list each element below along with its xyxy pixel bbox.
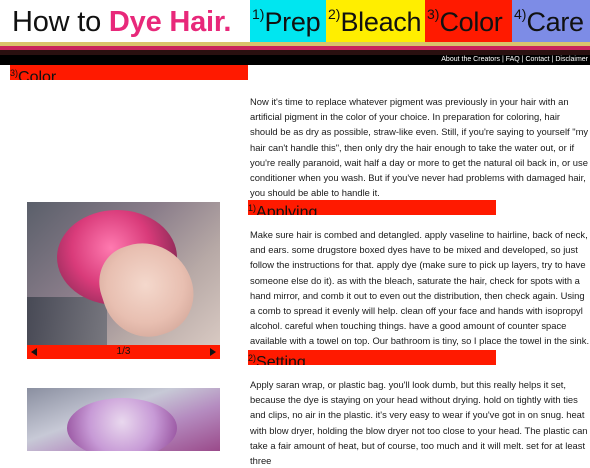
subsection-title-text: Setting <box>256 354 306 365</box>
subsection-title-text: Applying <box>256 204 318 215</box>
section-num: 3) <box>10 68 19 78</box>
link-faq[interactable]: FAQ <box>506 56 520 63</box>
section-title: 3)Color <box>10 65 248 80</box>
gallery-controls: 1/3 <box>27 345 220 359</box>
tab-prep-label: Prep <box>264 7 321 37</box>
link-about-creators[interactable]: About the Creators <box>441 56 500 63</box>
tab-bleach-label: Bleach <box>340 7 422 37</box>
subsection-num: 2) <box>248 353 257 363</box>
link-disclaimer[interactable]: Disclaimer <box>555 56 588 63</box>
tab-color-num: 3) <box>427 6 440 22</box>
photo-shadow <box>27 297 107 345</box>
second-photo <box>27 388 220 451</box>
tab-prep[interactable]: 1)Prep <box>250 0 326 42</box>
photo-plastic-wrap <box>67 398 177 451</box>
applying-paragraph: Make sure hair is combed and detangled. … <box>250 229 590 347</box>
subsection-title-applying: 1)Applying <box>248 200 496 215</box>
tab-care-num: 4) <box>514 6 527 22</box>
tab-bleach-num: 2) <box>328 6 341 22</box>
tab-color-label: Color <box>439 7 503 37</box>
logo-text: How to Dye Hair. <box>12 6 231 39</box>
gallery-counter: 1/3 <box>116 346 131 357</box>
gallery-next-arrow-icon[interactable] <box>210 348 216 356</box>
intro-paragraph: Now it's time to replace whatever pigmen… <box>250 96 589 199</box>
tab-care[interactable]: 4)Care <box>512 0 590 42</box>
section-title-text: Color <box>18 69 57 80</box>
subsection-num: 1) <box>248 203 257 213</box>
tab-color[interactable]: 3)Color <box>425 0 512 42</box>
link-contact[interactable]: Contact <box>525 56 549 63</box>
logo-highlight: Dye Hair. <box>108 6 232 38</box>
subsection-title-setting: 2)Setting <box>248 350 496 365</box>
tab-bleach[interactable]: 2)Bleach <box>326 0 425 42</box>
tab-prep-num: 1) <box>252 6 265 22</box>
site-logo[interactable]: How to Dye Hair. <box>0 0 250 42</box>
gallery-photo <box>27 202 220 345</box>
tab-care-label: Care <box>526 7 584 37</box>
site-header: How to Dye Hair. 1)Prep 2)Bleach 3)Color… <box>0 0 590 55</box>
gallery-prev-arrow-icon[interactable] <box>31 348 37 356</box>
logo-prefix: How to <box>12 6 109 38</box>
utility-links: About the Creators | FAQ | Contact | Dis… <box>441 55 588 65</box>
setting-paragraph: Apply saran wrap, or plastic bag. you'll… <box>250 379 588 467</box>
